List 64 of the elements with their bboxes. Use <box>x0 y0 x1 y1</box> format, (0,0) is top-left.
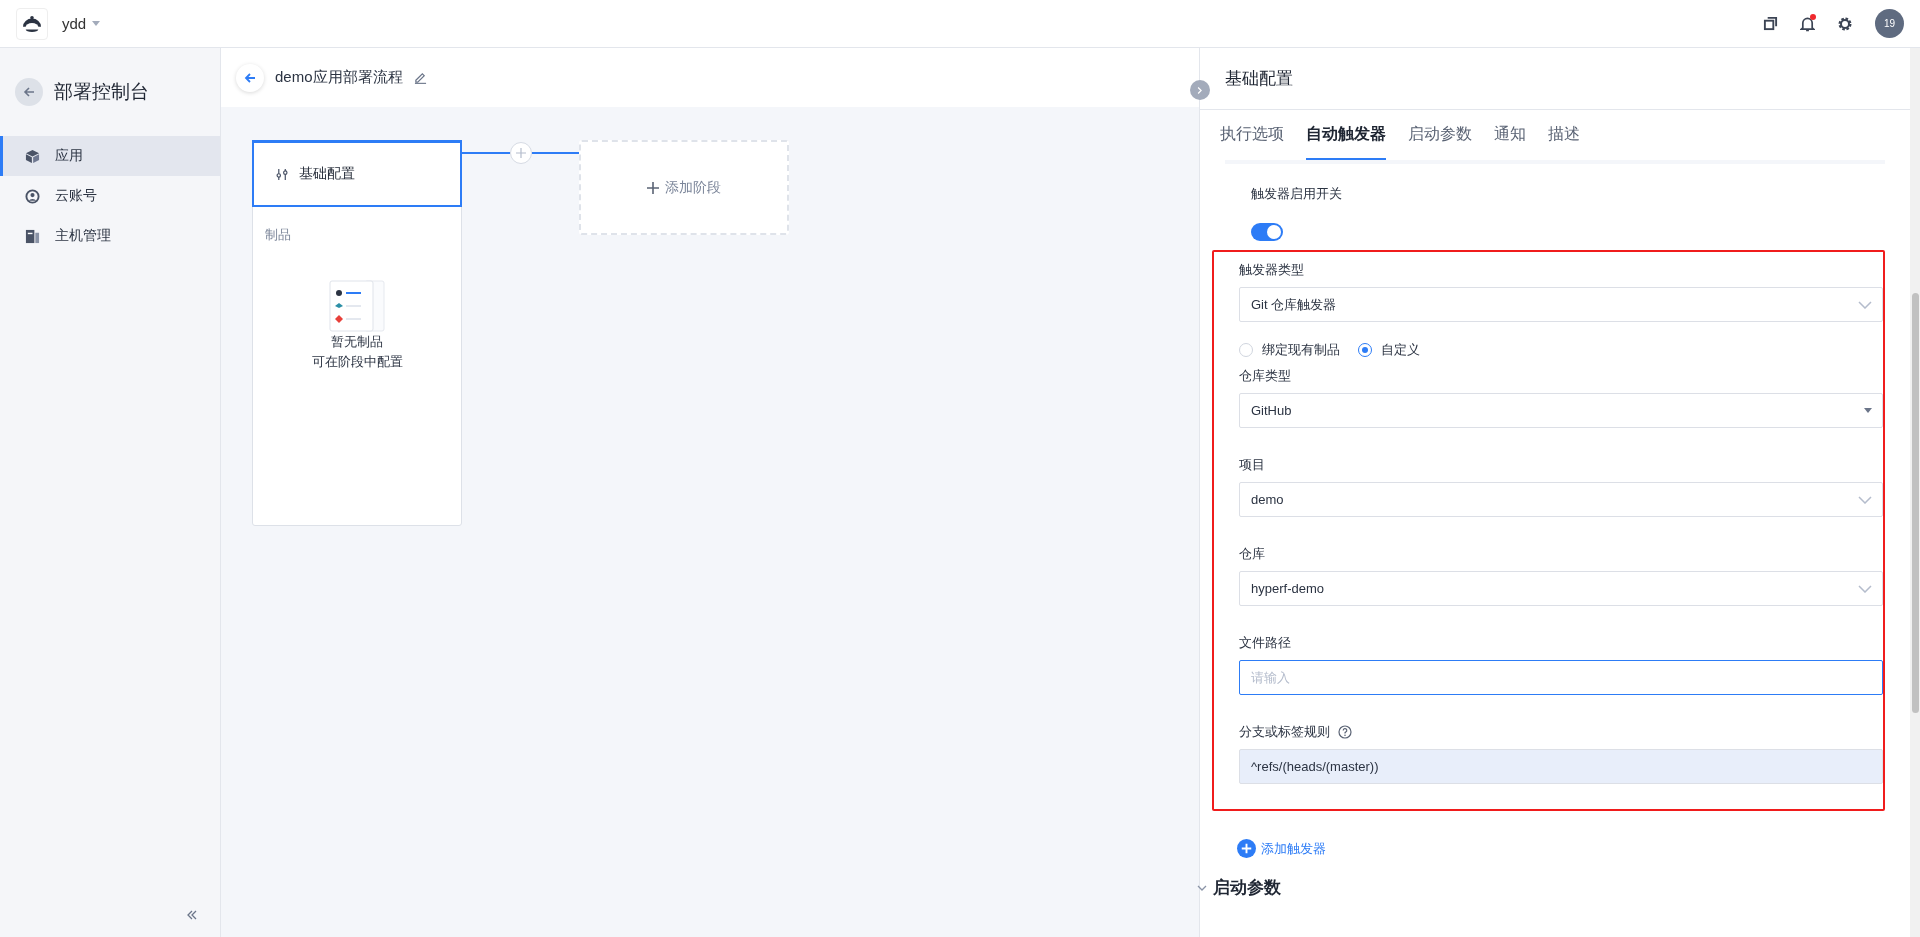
user-circle-icon <box>25 188 40 204</box>
edit-icon[interactable] <box>413 71 427 84</box>
pipeline-title: demo应用部署流程 <box>275 68 403 87</box>
add-stage-button[interactable]: 添加阶段 <box>579 140 789 235</box>
section-label: 制品 <box>265 227 291 242</box>
field-label: 仓库 <box>1239 545 1265 563</box>
tab[interactable]: 描述 <box>1548 110 1580 160</box>
sidebar-item[interactable]: 主机管理 <box>0 216 220 256</box>
toggle-label: 触发器启用开关 <box>1251 185 1343 203</box>
input-field[interactable]: 请输入 <box>1239 660 1883 695</box>
empty-artifacts-drawing <box>329 280 385 332</box>
help-icon[interactable] <box>1338 725 1352 739</box>
empty-message: 可在阶段中配置 <box>311 353 403 371</box>
chevron-down-icon[interactable] <box>1197 884 1207 891</box>
field-label: 文件路径 <box>1239 634 1291 652</box>
caret-icon <box>1864 408 1872 413</box>
field-label: 分支或标签规则 <box>1239 723 1330 741</box>
plus-circle-icon <box>1237 839 1256 858</box>
back-button[interactable] <box>15 78 43 106</box>
sidebar-item[interactable]: 应用 <box>0 136 220 176</box>
sidebar-item[interactable]: 云账号 <box>0 176 220 216</box>
stage-title: 基础配置 <box>299 165 355 183</box>
bell-icon[interactable] <box>1800 15 1815 32</box>
sliders-icon <box>276 167 289 181</box>
copy-icon[interactable] <box>1763 16 1778 31</box>
input-field[interactable]: ^refs/(heads/(master)) <box>1239 749 1883 784</box>
user-avatar[interactable]: 19 <box>1875 9 1904 38</box>
select-field[interactable]: hyperf-demo <box>1239 571 1883 606</box>
chevron-right-icon <box>1197 85 1203 95</box>
radio-option[interactable]: 自定义 <box>1358 341 1420 359</box>
select-field[interactable]: GitHub <box>1239 393 1883 428</box>
caret-icon[interactable] <box>92 21 101 26</box>
cube-icon <box>25 148 40 164</box>
tab[interactable]: 启动参数 <box>1408 110 1472 160</box>
field-label: 触发器类型 <box>1239 261 1305 279</box>
section-title: 启动参数 <box>1213 877 1281 899</box>
chevron-down-icon <box>1858 495 1872 504</box>
scrollbar-thumb[interactable] <box>1911 293 1919 713</box>
plus-icon <box>647 181 659 194</box>
select-field[interactable]: Git 仓库触发器 <box>1239 287 1883 322</box>
add-trigger-button[interactable]: 添加触发器 <box>1237 839 1326 858</box>
stage-card[interactable]: 基础配置 制品 暂无制品 可在阶段中配置 <box>252 140 462 526</box>
select-field[interactable]: demo <box>1239 482 1883 517</box>
toggle-switch[interactable] <box>1251 223 1283 241</box>
tab[interactable]: 通知 <box>1494 110 1526 160</box>
chevron-down-icon <box>1858 300 1872 309</box>
tab[interactable]: 执行选项 <box>1220 110 1284 160</box>
workspace-name[interactable]: ydd <box>62 15 87 32</box>
arrow-left-icon <box>244 71 256 84</box>
sidebar-title: 部署控制台 <box>54 80 149 104</box>
panel-title: 基础配置 <box>1225 68 1293 90</box>
server-icon <box>25 228 40 244</box>
arrow-left-icon <box>23 86 35 98</box>
settings-icon[interactable] <box>1837 15 1853 32</box>
chevron-down-icon <box>1858 584 1872 593</box>
plus-icon <box>515 148 526 158</box>
collapse-panel-button[interactable] <box>1190 80 1210 100</box>
back-button[interactable] <box>236 63 264 92</box>
logo-icon[interactable] <box>21 14 43 33</box>
empty-message: 暂无制品 <box>331 333 383 351</box>
collapse-icon[interactable] <box>186 909 198 921</box>
field-label: 项目 <box>1239 456 1265 474</box>
radio-option[interactable]: 绑定现有制品 <box>1239 341 1340 359</box>
field-label: 仓库类型 <box>1239 367 1291 385</box>
